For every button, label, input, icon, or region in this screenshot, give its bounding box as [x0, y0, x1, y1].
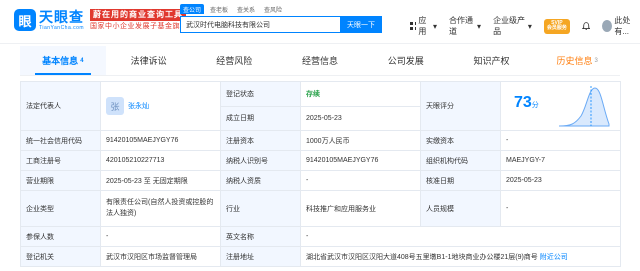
company-type-label: 企业类型	[20, 190, 101, 227]
score-distribution-icon	[558, 86, 610, 127]
tab-label: 公司发展	[387, 56, 424, 66]
search-tab-risk[interactable]: 查风险	[261, 4, 285, 14]
svip-badge[interactable]: SVIP 会员服务	[543, 18, 570, 34]
staff-size-label: 人员规模	[420, 190, 501, 227]
industry-label: 行业	[220, 190, 301, 227]
tab-label: 经营风险	[216, 56, 253, 66]
english-name-label: 英文名称	[220, 226, 301, 247]
legal-rep-label: 法定代表人	[20, 81, 101, 131]
tab-operation[interactable]: 经营信息	[277, 46, 363, 75]
org-code-label: 组织机构代码	[420, 150, 501, 171]
org-code-value: MAEJYGY-7	[500, 150, 621, 171]
reg-no-label: 工商注册号	[20, 150, 101, 171]
paid-capital-value: -	[500, 130, 621, 151]
tab-legal[interactable]: 法律诉讼	[106, 46, 192, 75]
insured-value: -	[100, 226, 221, 247]
reg-status-label: 登记状态	[220, 81, 301, 107]
nav-apps[interactable]: 应用 ▾	[410, 15, 437, 37]
slogan-line1: 蔚在用的商业查询工具	[90, 9, 186, 21]
nearby-companies-link[interactable]: 附近公司	[540, 254, 568, 261]
authority-value: 武汉市汉阳区市场监督管理局	[100, 246, 221, 267]
reg-no-value: 420105210227713	[100, 150, 221, 171]
tab-risk[interactable]: 经营风险	[191, 46, 277, 75]
tab-development[interactable]: 公司发展	[363, 46, 449, 75]
staff-size-value: -	[500, 190, 621, 227]
authority-label: 登记机关	[20, 246, 101, 267]
search-tab-company[interactable]: 查公司	[180, 4, 205, 14]
logo-domain: TianYanCha.com	[39, 24, 85, 31]
search-area: 查公司 查老板 查关系 查风险 天眼一下	[180, 4, 382, 33]
reg-status-label-text: 登记状态	[226, 90, 254, 98]
approval-date-label: 核准日期	[420, 170, 501, 191]
tax-id-value: 91420105MAEJYGY76	[300, 150, 421, 171]
search-tab-relation[interactable]: 查关系	[234, 4, 258, 14]
tab-label: 基本信息	[42, 56, 79, 66]
tab-count: 4	[80, 57, 84, 64]
tab-basic-info[interactable]: 基本信息 4	[20, 46, 106, 75]
tab-label: 法律诉讼	[130, 56, 167, 66]
address-value: 湖北省武汉市汉阳区汉阳大道408号五里墩B1-1地块商业办公楼21层(9)商号 …	[300, 246, 621, 267]
logo-name: 天眼查	[39, 8, 84, 25]
score-unit: 分	[531, 102, 539, 109]
nav-cooperation[interactable]: 合作通道 ▾	[449, 15, 481, 37]
est-date-label: 成立日期	[220, 105, 301, 131]
nav-cooperation-label: 合作通道	[449, 16, 473, 36]
tab-ip[interactable]: 知识产权	[449, 46, 535, 75]
search-type-tabs: 查公司 查老板 查关系 查风险	[180, 4, 382, 14]
tab-label: 历史信息	[556, 56, 593, 66]
search-button[interactable]: 天眼一下	[340, 16, 382, 33]
company-info-table: 法定代表人 张张永灿 登记状态 存续 天眼评分 73分 成立日期 2025-05…	[20, 81, 621, 267]
paid-capital-label: 实缴资本	[420, 130, 501, 151]
reg-capital-value: 1000万人民币	[300, 130, 421, 151]
search-tab-boss[interactable]: 查老板	[207, 4, 231, 14]
nav-enterprise-label: 企业级产品	[493, 16, 526, 36]
approval-date-value: 2025-05-23	[500, 170, 621, 191]
chevron-down-icon: ▾	[477, 21, 482, 31]
score-value: 73分	[514, 94, 539, 112]
tab-label: 知识产权	[473, 56, 510, 66]
est-date-value: 2025-05-23	[300, 105, 421, 131]
tab-label: 经营信息	[302, 56, 339, 66]
chevron-down-icon: ▾	[527, 21, 532, 31]
top-header: 眼 天眼查 TianYanCha.com 蔚在用的商业查询工具 国家中小企业发展…	[0, 0, 640, 44]
score-cell[interactable]: 73分	[500, 81, 621, 131]
legal-rep-cell: 张张永灿	[100, 81, 221, 131]
industry-value: 科技推广和应用服务业	[300, 190, 421, 227]
address-text: 湖北省武汉市汉阳区汉阳大道408号五里墩B1-1地块商业办公楼21层(9)商号	[306, 253, 538, 261]
avatar	[602, 20, 613, 32]
tab-count: 3	[594, 57, 598, 64]
search-input[interactable]	[180, 16, 340, 33]
nav-enterprise[interactable]: 企业级产品 ▾	[493, 15, 532, 37]
english-name-value: -	[300, 226, 621, 247]
tab-history[interactable]: 历史信息 3	[534, 46, 620, 75]
company-type-value: 有限责任公司(自然人投资或控股的法人独资)	[100, 190, 221, 227]
company-tabs: 基本信息 4 法律诉讼 经营风险 经营信息 公司发展 知识产权 历史信息 3	[20, 46, 620, 76]
top-nav: 应用 ▾ 合作通道 ▾ 企业级产品 ▾ SVIP 会员服务 此处有...	[410, 15, 640, 37]
term-value: 2025-05-23 至 无固定期限	[100, 170, 221, 191]
nav-apps-label: 应用	[418, 16, 427, 36]
tax-id-label: 纳税人识别号	[220, 150, 301, 171]
user-menu[interactable]: 此处有...	[602, 15, 640, 37]
reg-status-value: 存续	[300, 81, 421, 107]
term-label: 营业期限	[20, 170, 101, 191]
score-label: 天眼评分	[420, 81, 501, 131]
taxpayer-qualification-value: -	[300, 170, 421, 191]
address-label: 注册地址	[220, 246, 301, 267]
user-name: 此处有...	[614, 16, 631, 36]
legal-rep-name[interactable]: 张永灿	[128, 103, 149, 110]
taxpayer-qualification-label: 纳税人资质	[220, 170, 301, 191]
score-number: 73	[514, 94, 532, 111]
tianyancha-logo[interactable]: 眼 天眼查 TianYanCha.com	[14, 9, 84, 31]
reg-capital-label: 注册资本	[220, 130, 301, 151]
bell-icon[interactable]	[581, 21, 591, 31]
insured-label: 参保人数	[20, 226, 101, 247]
legal-rep-avatar: 张	[106, 97, 124, 115]
credit-code-value: 91420105MAEJYGY76	[100, 130, 221, 151]
reg-status-text: 存续	[306, 90, 320, 98]
chevron-down-icon: ▾	[432, 21, 437, 31]
logo-mark-icon: 眼	[14, 9, 36, 31]
credit-code-label: 统一社会信用代码	[20, 130, 101, 151]
grid-icon	[410, 22, 417, 30]
